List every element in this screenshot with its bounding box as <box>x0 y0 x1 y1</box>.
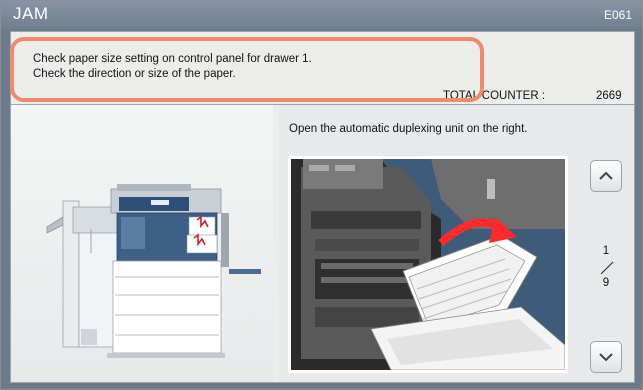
error-code: E061 <box>603 8 632 22</box>
content-panel: Open the automatic duplexing unit on the… <box>10 104 635 383</box>
chevron-down-icon <box>599 353 613 362</box>
chevron-up-icon <box>599 171 613 180</box>
page-current: 1 <box>602 245 610 257</box>
page-divider <box>600 261 614 275</box>
scroll-up-button[interactable] <box>590 160 622 192</box>
scroll-down-button[interactable] <box>590 341 622 373</box>
jam-dialog: JAM E061 Check paper size setting on con… <box>0 0 643 390</box>
page-total: 9 <box>602 277 610 289</box>
instruction-photo <box>288 156 568 373</box>
page-indicator: 1 9 <box>579 235 633 295</box>
copier-graphic <box>46 184 261 358</box>
total-counter-value: 2669 <box>596 90 622 102</box>
instruction-area: Open the automatic duplexing unit on the… <box>279 105 634 382</box>
duplex-unit-photo <box>291 159 565 370</box>
machine-illustration <box>11 105 273 382</box>
dialog-title: JAM <box>13 4 49 23</box>
instruction-text: Open the automatic duplexing unit on the… <box>289 123 528 135</box>
title-bar: JAM E061 <box>1 1 642 29</box>
message-highlight <box>10 37 484 102</box>
